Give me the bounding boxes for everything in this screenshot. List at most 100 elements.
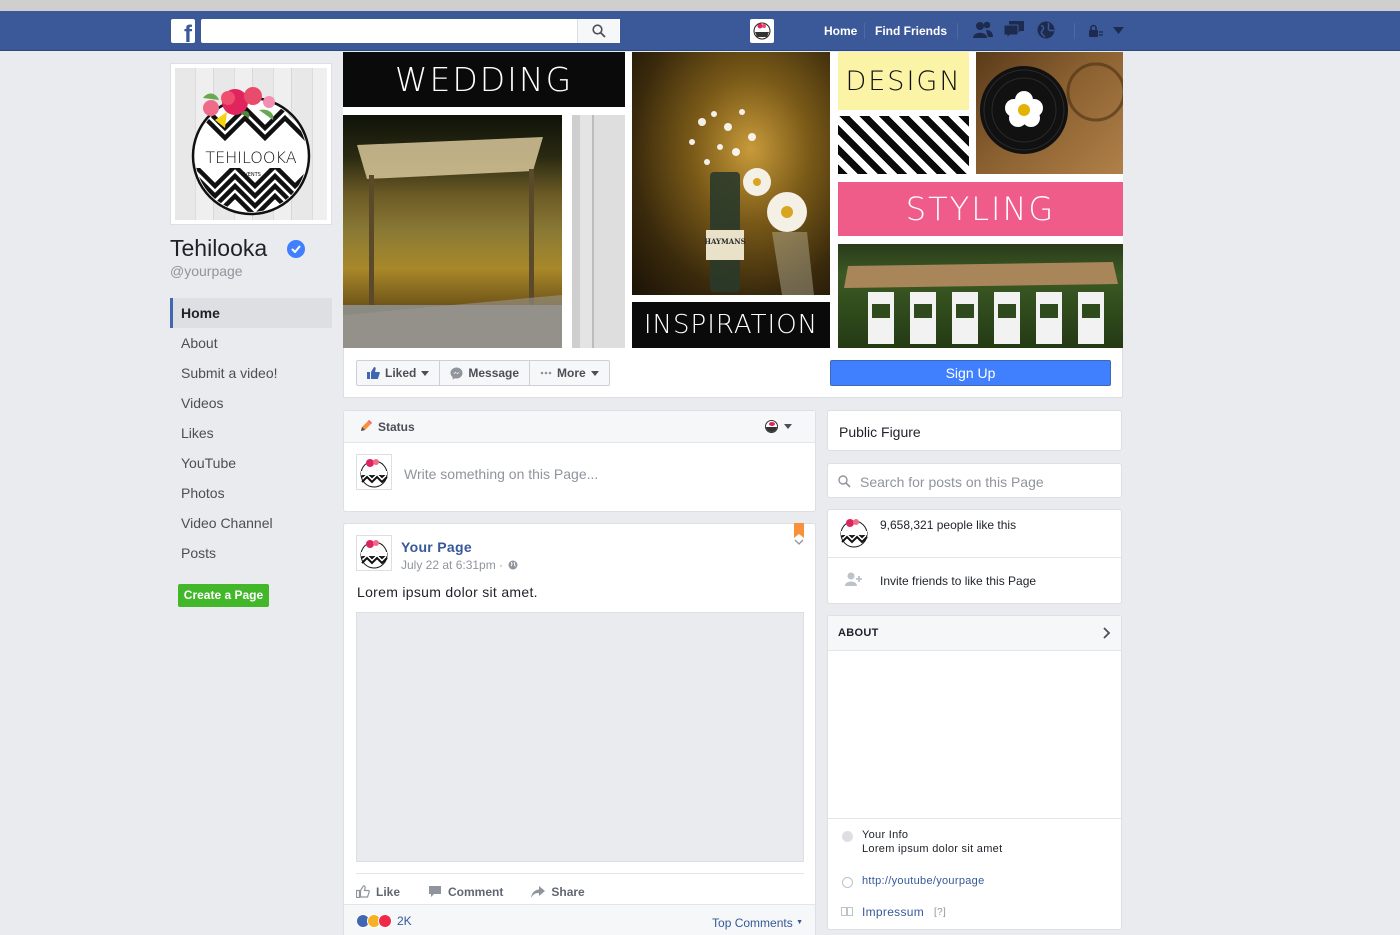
composer-tab-bar: Status [344,411,815,443]
avatar [753,22,771,40]
likes-count-text: 9,658,321 people like this [880,518,1017,532]
your-info-title: Your Info [862,829,909,841]
post-options-chevron-icon[interactable] [794,539,804,546]
love-reaction-icon [378,914,392,928]
thumbs-up-icon [356,885,370,898]
impressum-link[interactable]: Impressum [862,905,924,919]
cover-wood-texture [572,115,625,348]
like-button[interactable]: Like [356,885,400,899]
leftnav-item-home[interactable]: Home [170,298,332,328]
logo-text: TEHILOOKA [205,148,296,167]
page-actions-group: Liked Message More [356,360,610,386]
thumbs-up-icon [367,367,380,379]
bottle-label-text: HAYMANS [704,237,745,246]
nav-home-link[interactable]: Home [824,24,857,38]
impressum-help-link[interactable]: [?] [934,907,946,918]
post-as-avatar[interactable] [765,420,778,433]
page-left-navigation: Home About Submit a video! Videos Likes … [170,298,332,568]
like-button-label: Like [376,884,401,899]
bookmark-ribbon-icon[interactable] [793,523,805,539]
verified-badge-icon [287,240,305,258]
share-button[interactable]: Share [531,884,585,899]
cover-inspiration-label: INSPIRATION [632,302,830,348]
invite-friends-link[interactable]: Invite friends to like this Page [880,574,1036,588]
comment-button[interactable]: Comment [428,885,503,899]
leftnav-item-photos[interactable]: Photos [170,478,332,508]
about-info-list: Your Info Lorem ipsum dolor sit amet htt… [828,818,1121,919]
create-page-button[interactable]: Create a Page [178,584,269,607]
post-timestamp-text: July 22 at 6:31pm · [401,558,504,572]
logo-subtext: EVENTS [241,172,261,178]
cover-chuppah-photo [343,115,562,348]
sign-up-button[interactable]: Sign Up [830,360,1111,386]
leftnav-item-videos[interactable]: Videos [170,388,332,418]
cover-bottle-flowers-photo: HAYMANS [632,52,830,295]
leftnav-item-about[interactable]: About [170,328,332,358]
post-media-placeholder[interactable] [356,612,804,862]
leftnav-item-submit-video[interactable]: Submit a video! [170,358,332,388]
composer-avatar [356,454,392,490]
likes-row[interactable]: 9,658,321 people like this [828,510,1121,558]
page-likes-card: 9,658,321 people like this Invite friend… [827,509,1122,604]
messages-icon[interactable] [1003,20,1025,40]
share-button-label: Share [551,884,585,899]
page-profile-picture[interactable]: TEHILOOKA EVENTS [170,63,332,225]
search-input[interactable] [202,20,582,42]
post-author-avatar[interactable] [356,535,392,571]
more-button-label: More [557,366,586,380]
top-comments-label: Top Comments [712,916,793,930]
book-icon [841,907,853,916]
notifications-globe-icon[interactable] [1036,20,1056,40]
post-timestamp[interactable]: July 22 at 6:31pm · [401,558,518,572]
top-comments-dropdown[interactable]: Top Comments ▼ [712,916,803,930]
account-menu-chevron-down-icon[interactable] [1113,27,1124,35]
website-link[interactable]: http://youtube/yourpage [862,875,985,887]
leftnav-item-likes[interactable]: Likes [170,418,332,448]
leftnav-item-youtube[interactable]: YouTube [170,448,332,478]
cover-design-label: DESIGN [838,52,969,110]
page-title[interactable]: Tehilooka [170,235,267,262]
post-reactions-footer: 2K Top Comments ▼ [344,904,815,935]
post-body-text: Lorem ipsum dolor sit amet. [357,584,538,600]
about-card: ABOUT Your Info Lorem ipsum dolor sit am… [827,615,1122,930]
leftnav-item-posts[interactable]: Posts [170,538,332,568]
top-navigation-bar: f Home Find Friends [0,11,1400,51]
composer-body: Write something on this Page... [344,443,815,511]
composer-status-tab[interactable]: Status [378,420,415,434]
composer-input[interactable]: Write something on this Page... [404,466,598,482]
chevron-right-icon [1103,627,1111,639]
post-composer: Status Write something on this Page... [343,410,816,512]
cover-table-chairs-photo [838,244,1123,348]
post-author-name[interactable]: Your Page [401,539,472,555]
pencil-icon [361,420,372,431]
page-action-bar: Liked Message More Sign Up [343,348,1123,398]
more-button[interactable]: More [530,361,609,385]
message-button-label: Message [468,366,520,380]
cover-styling-label: STYLING [838,182,1123,236]
message-button[interactable]: Message [440,361,531,385]
nav-divider [957,23,958,39]
facebook-logo-icon[interactable]: f [171,19,195,43]
post-action-row: Like Comment Share [356,873,804,903]
page-search-input[interactable]: Search for posts on this Page [860,474,1044,490]
profile-avatar-button[interactable] [750,19,774,43]
cover-photo[interactable]: WEDDING HAYMANS INSPIRATION DESIGN STYLI… [343,52,1123,348]
leftnav-item-video-channel[interactable]: Video Channel [170,508,332,538]
comment-button-label: Comment [448,884,504,899]
page-search-card[interactable]: Search for posts on this Page [827,463,1122,498]
page-category[interactable]: Public Figure [839,424,921,440]
comment-icon [429,886,442,897]
page-username[interactable]: @yourpage [170,263,243,279]
your-info-text: Lorem ipsum dolor sit amet [862,843,1003,855]
reactions-summary[interactable]: 2K [356,914,412,928]
search-box [201,19,620,43]
chevron-down-icon[interactable] [784,424,792,429]
nav-divider [1074,23,1075,39]
share-arrow-icon [531,885,546,898]
friend-requests-icon[interactable] [972,20,994,40]
search-button[interactable] [577,19,619,43]
nav-find-friends-link[interactable]: Find Friends [875,24,947,38]
about-header[interactable]: ABOUT [828,616,1121,651]
liked-button[interactable]: Liked [357,361,441,385]
privacy-shortcuts-icon[interactable] [1088,24,1104,38]
